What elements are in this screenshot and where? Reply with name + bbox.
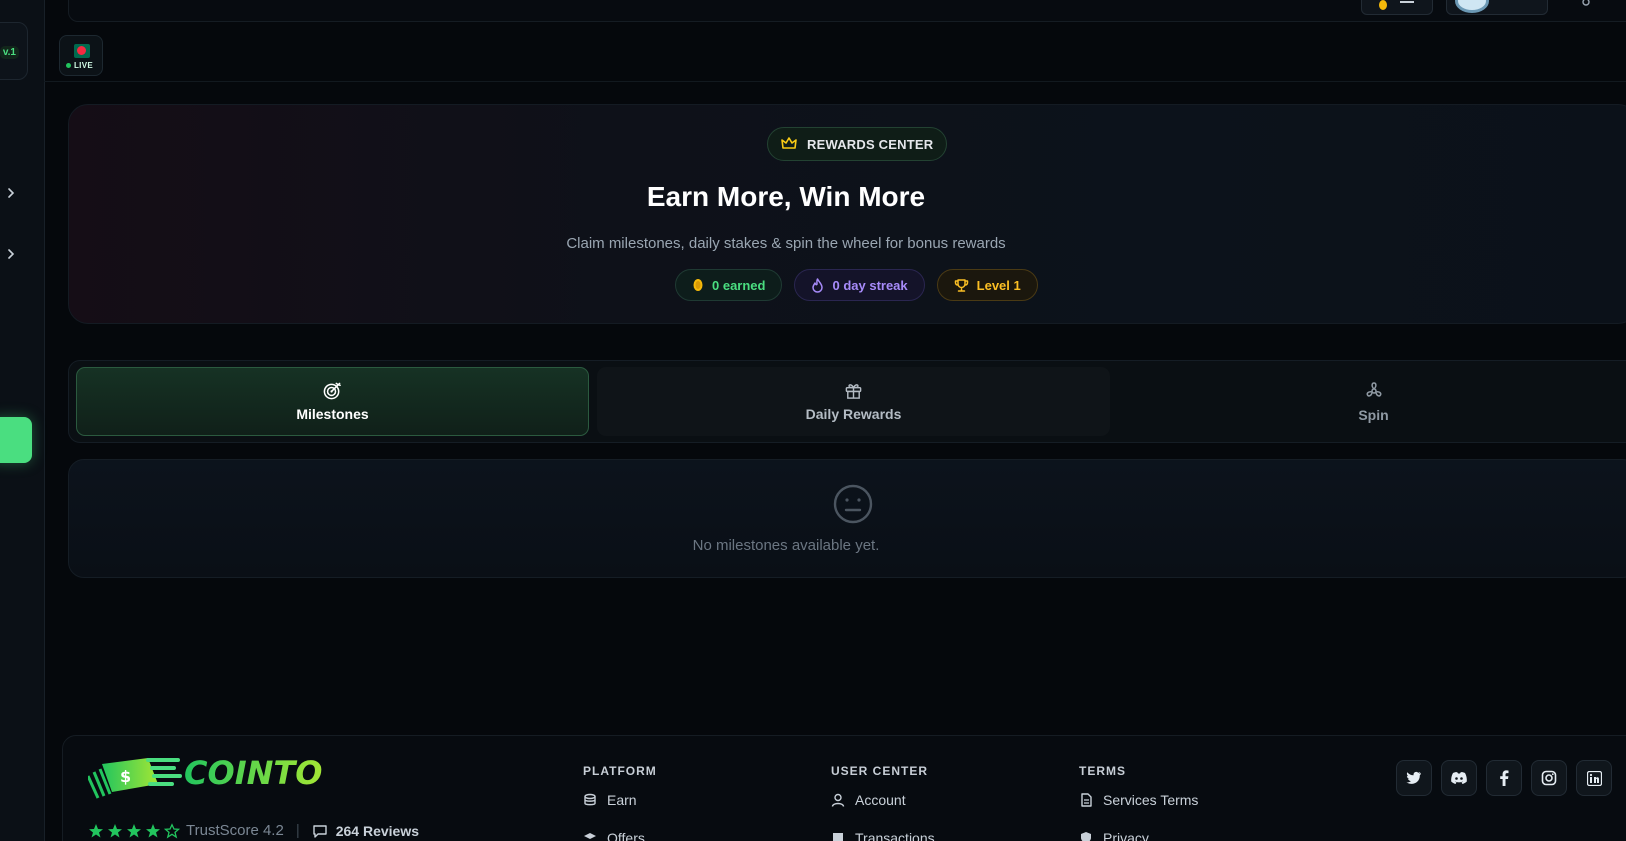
footer-link-label: Transactions xyxy=(855,830,935,841)
footer-link-offers[interactable]: Offers xyxy=(583,830,657,841)
social-links xyxy=(1396,760,1612,796)
instagram-button[interactable] xyxy=(1531,760,1567,796)
tab-label: Milestones xyxy=(296,406,369,422)
coin-icon xyxy=(1379,0,1387,10)
discord-button[interactable] xyxy=(1441,760,1477,796)
milestones-panel: No milestones available yet. xyxy=(68,459,1626,578)
svg-text:COINTO: COINTO xyxy=(184,754,322,792)
rewards-hero: REWARDS CENTER Earn More, Win More Claim… xyxy=(68,104,1626,324)
target-icon xyxy=(323,382,341,400)
facebook-icon xyxy=(1500,770,1509,786)
earned-stat: 0 earned xyxy=(675,269,783,301)
discord-icon xyxy=(1451,772,1467,784)
top-bar xyxy=(68,0,1626,22)
level-stat: Level 1 xyxy=(936,269,1038,301)
comment-icon xyxy=(313,824,327,838)
live-badge[interactable]: LIVE xyxy=(59,35,103,76)
star-filled-icon xyxy=(146,823,160,837)
twitter-button[interactable] xyxy=(1396,760,1432,796)
footer-platform: PLATFORM Earn Offers xyxy=(583,764,657,841)
star-filled-icon xyxy=(89,823,103,837)
star-filled-icon xyxy=(108,823,122,837)
empty-message: No milestones available yet. xyxy=(692,537,880,554)
streak-stat: 0 day streak xyxy=(794,269,925,301)
footer-link-label: Earn xyxy=(607,792,637,808)
coins-stack-icon xyxy=(584,793,596,806)
footer-link-privacy[interactable]: Privacy xyxy=(1079,830,1198,841)
page-title: Earn More, Win More xyxy=(646,181,926,212)
shield-icon xyxy=(1081,832,1091,841)
header-divider xyxy=(44,81,1626,82)
svg-text:$: $ xyxy=(120,767,131,786)
footer-terms: TERMS Services Terms Privacy xyxy=(1079,764,1198,841)
reviews-label: 264 Reviews xyxy=(335,822,420,839)
level-value: Level 1 xyxy=(976,277,1021,293)
tab-spin[interactable]: Spin xyxy=(1117,367,1626,436)
footer-link-earn[interactable]: Earn xyxy=(583,792,657,808)
receipt-icon xyxy=(833,833,843,841)
rewards-center-badge: REWARDS CENTER xyxy=(767,127,948,161)
footer-link-services-terms[interactable]: Services Terms xyxy=(1079,792,1198,808)
star-filled-icon xyxy=(127,823,141,837)
version-badge: v.1 xyxy=(0,46,19,59)
footer-link-label: Privacy xyxy=(1103,830,1149,841)
neutral-face-icon xyxy=(833,484,873,524)
linkedin-button[interactable] xyxy=(1576,760,1612,796)
rating-stars xyxy=(88,822,180,839)
trophy-icon xyxy=(954,278,968,292)
footer: $ COINTO TrustScore 4.2 | 264 Reviews PL… xyxy=(62,735,1626,841)
user-chip[interactable] xyxy=(1446,0,1548,15)
reviews-link[interactable]: 264 Reviews xyxy=(312,823,419,839)
footer-link-label: Offers xyxy=(607,830,645,841)
tab-milestones[interactable]: Milestones xyxy=(76,367,589,436)
spin-wheel-icon xyxy=(1366,381,1381,397)
live-dot-icon xyxy=(66,63,71,68)
facebook-button[interactable] xyxy=(1486,760,1522,796)
tab-label: Spin xyxy=(1358,406,1389,423)
tab-label: Daily Rewards xyxy=(805,406,902,422)
rewards-tabs: Milestones Daily Rewards Spin xyxy=(68,360,1626,443)
footer-link-label: Account xyxy=(855,792,906,808)
star-outline-icon xyxy=(164,822,180,838)
footer-heading: USER CENTER xyxy=(831,764,929,778)
twitter-icon xyxy=(1406,771,1421,784)
balance-chip[interactable] xyxy=(1361,0,1433,15)
avatar[interactable] xyxy=(1455,0,1489,13)
instagram-icon xyxy=(1541,770,1557,786)
crown-icon xyxy=(781,137,797,149)
gift-icon xyxy=(845,384,862,399)
live-label: LIVE xyxy=(74,61,93,70)
trust-score-label: TrustScore 4.2 xyxy=(186,822,284,839)
user-icon xyxy=(831,793,845,807)
stats-row: 0 earned 0 day streak Level 1 xyxy=(675,269,1038,301)
linkedin-icon xyxy=(1586,770,1602,786)
trust-score: TrustScore 4.2 | 264 Reviews xyxy=(88,822,419,839)
footer-link-account[interactable]: Account xyxy=(831,792,935,808)
document-icon xyxy=(1081,793,1092,807)
graduation-icon xyxy=(584,833,596,839)
sidebar: v.1 xyxy=(0,0,45,841)
sidebar-active-item[interactable] xyxy=(0,417,32,463)
footer-heading: PLATFORM xyxy=(583,764,657,778)
flag-icon xyxy=(74,44,90,58)
earned-value: 0 earned xyxy=(712,277,766,293)
flame-icon xyxy=(812,277,824,293)
version-pill[interactable]: v.1 xyxy=(0,22,28,80)
cointo-logo[interactable]: $ COINTO xyxy=(88,754,378,804)
balance-bar xyxy=(1400,1,1414,3)
footer-link-transactions[interactable]: Transactions xyxy=(831,830,935,841)
tab-daily-rewards[interactable]: Daily Rewards xyxy=(597,367,1110,436)
badge-label: REWARDS CENTER xyxy=(807,136,934,152)
footer-heading: TERMS xyxy=(1079,764,1126,778)
coin-icon xyxy=(693,279,703,291)
page-subtitle: Claim milestones, daily stakes & spin th… xyxy=(566,235,1006,252)
streak-value: 0 day streak xyxy=(832,277,908,293)
footer-user-center: USER CENTER Account Transactions xyxy=(831,764,935,841)
footer-link-label: Services Terms xyxy=(1103,792,1199,808)
notification-icon[interactable] xyxy=(1581,0,1591,7)
